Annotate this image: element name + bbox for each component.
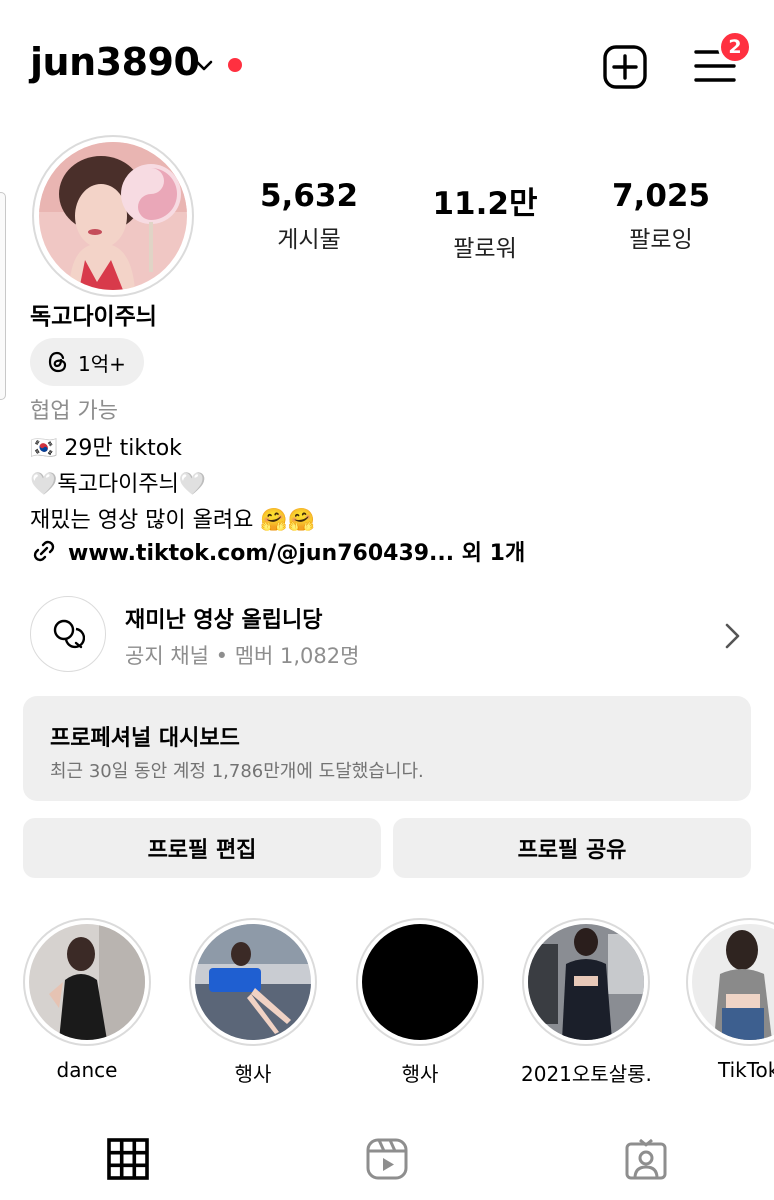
create-post-icon[interactable] bbox=[603, 45, 647, 89]
display-name: 독고다이주늬 bbox=[30, 304, 157, 330]
avatar[interactable] bbox=[32, 135, 194, 297]
status-dot bbox=[228, 58, 242, 72]
highlight-cover bbox=[528, 924, 644, 1040]
highlight-label: 행사 bbox=[234, 1062, 272, 1086]
channel-title: 재미난 영상 올립니당 bbox=[125, 608, 323, 633]
bio-link[interactable]: www.tiktok.com/@jun760439... 외 1개 bbox=[30, 535, 525, 567]
dashboard-subtitle: 최근 30일 동안 계정 1,786만개에 도달했습니다. bbox=[50, 761, 424, 782]
threads-icon bbox=[48, 351, 67, 373]
followers-count[interactable]: 11.2만 팔로워 bbox=[395, 178, 575, 263]
highlight-label: dance bbox=[56, 1058, 118, 1082]
threads-count: 1억+ bbox=[78, 351, 126, 376]
edit-profile-button[interactable]: 프로필 편집 bbox=[23, 818, 381, 878]
channel-subtitle: 공지 채널 • 멤버 1,082명 bbox=[125, 644, 360, 668]
chevron-down-icon[interactable] bbox=[193, 54, 215, 76]
highlight-cover bbox=[29, 924, 145, 1040]
highlight-cover bbox=[195, 924, 311, 1040]
broadcast-channel[interactable]: 재미난 영상 올립니당 공지 채널 • 멤버 1,082명 bbox=[30, 596, 750, 676]
tagged-icon[interactable] bbox=[623, 1136, 669, 1182]
bio-line: 🤍독고다이주늬🤍 bbox=[30, 472, 207, 497]
channel-icon bbox=[30, 596, 106, 672]
highlight-label: TikTok bbox=[718, 1058, 774, 1082]
dashboard-title: 프로페셔널 대시보드 bbox=[50, 726, 240, 751]
bio-line: 🇰🇷 29만 tiktok bbox=[30, 436, 182, 461]
share-profile-button[interactable]: 프로필 공유 bbox=[393, 818, 751, 878]
posts-count-label: 게시물 bbox=[277, 227, 341, 253]
story-highlight[interactable]: dance bbox=[22, 918, 152, 1082]
story-highlight[interactable]: 행사 bbox=[188, 918, 318, 1087]
threads-badge[interactable]: 1억+ bbox=[30, 338, 144, 386]
highlight-cover bbox=[692, 924, 774, 1040]
bio-line: 재밌는 영상 많이 올려요 🤗🤗 bbox=[30, 508, 316, 533]
story-highlight[interactable]: 행사 bbox=[355, 918, 485, 1087]
bio-link-text: www.tiktok.com/@jun760439... 외 1개 bbox=[68, 541, 526, 566]
highlight-label: 2021오토살롱... bbox=[521, 1062, 651, 1086]
highlight-label: 행사 bbox=[401, 1062, 439, 1086]
avatar-image bbox=[39, 142, 187, 290]
highlight-cover bbox=[362, 924, 478, 1040]
link-icon bbox=[33, 540, 55, 562]
profile-category: 협업 가능 bbox=[30, 399, 118, 424]
story-highlight[interactable]: TikTok bbox=[686, 918, 774, 1082]
chevron-right-icon bbox=[725, 623, 740, 649]
following-count[interactable]: 7,025 팔로잉 bbox=[571, 178, 751, 254]
reels-icon[interactable] bbox=[364, 1136, 410, 1182]
notification-badge: 2 bbox=[718, 30, 752, 64]
following-count-value: 7,025 bbox=[611, 178, 711, 214]
professional-dashboard[interactable]: 프로페셔널 대시보드 최근 30일 동안 계정 1,786만개에 도달했습니다. bbox=[23, 696, 751, 801]
username[interactable]: jun3890 bbox=[30, 40, 200, 84]
followers-count-value: 11.2만 bbox=[432, 186, 538, 222]
side-edge-handle[interactable] bbox=[0, 192, 6, 400]
grid-icon[interactable] bbox=[105, 1136, 151, 1182]
posts-count-value: 5,632 bbox=[259, 178, 359, 214]
followers-count-label: 팔로워 bbox=[453, 236, 517, 262]
following-count-label: 팔로잉 bbox=[629, 227, 693, 253]
posts-count[interactable]: 5,632 게시물 bbox=[219, 178, 399, 254]
story-highlight[interactable]: 2021오토살롱... bbox=[521, 918, 651, 1087]
